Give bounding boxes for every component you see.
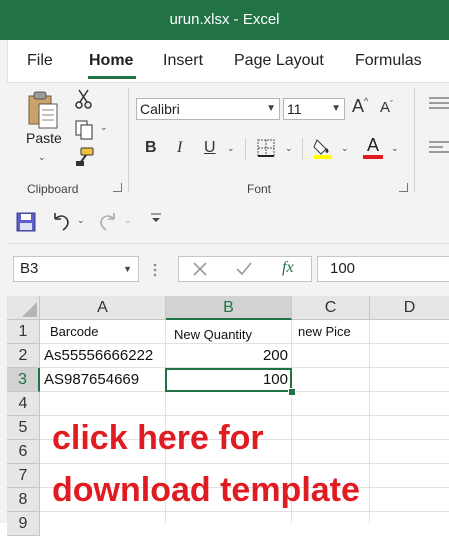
ribbon-separator	[414, 88, 415, 192]
paste-dropdown-icon[interactable]: ⌄	[38, 152, 46, 163]
name-box-value: B3	[20, 260, 39, 277]
ribbon-separator	[302, 138, 303, 160]
gridline	[40, 463, 449, 464]
shrink-font-button[interactable]: Aˇ	[380, 99, 393, 116]
tab-page-layout[interactable]: Page Layout	[234, 52, 324, 70]
format-painter-icon[interactable]	[73, 146, 95, 173]
undo-dropdown-icon[interactable]: ⌄	[77, 215, 85, 226]
underline-dropdown-icon[interactable]: ⌄	[227, 143, 235, 154]
active-tab-indicator	[88, 76, 136, 79]
tab-file[interactable]: File	[27, 52, 53, 70]
chevron-down-icon: ▼	[123, 264, 132, 274]
fill-color-dropdown-icon[interactable]: ⌄	[341, 143, 349, 154]
ribbon-separator	[128, 88, 129, 192]
title-bar: urun.xlsx - Excel	[0, 0, 449, 40]
paste-label[interactable]: Paste	[26, 130, 62, 146]
font-size-value: 11	[287, 101, 302, 117]
column-header-d[interactable]: D	[370, 296, 449, 320]
font-color-dropdown-icon[interactable]: ⌄	[391, 143, 399, 154]
font-color-button[interactable]: A	[363, 135, 383, 159]
clipboard-group-label: Clipboard	[27, 182, 79, 196]
chevron-down-icon: ▼	[266, 103, 276, 114]
cell-a2[interactable]: As55556666222	[44, 347, 153, 364]
fill-color-icon[interactable]	[312, 136, 334, 165]
tab-insert[interactable]: Insert	[163, 52, 203, 70]
font-color-letter: A	[366, 135, 379, 155]
gridline	[369, 320, 370, 523]
borders-icon[interactable]	[256, 138, 276, 163]
cell-a1[interactable]: Barcode	[50, 324, 98, 339]
redo-icon[interactable]	[97, 211, 119, 238]
bold-button[interactable]: B	[145, 139, 157, 157]
download-template-link-line2[interactable]: download template	[52, 471, 360, 510]
row-header-8[interactable]: 8	[7, 488, 40, 512]
gridline	[40, 511, 449, 512]
paste-button[interactable]	[24, 90, 64, 132]
column-header-c[interactable]: C	[292, 296, 370, 320]
formula-input[interactable]: 100	[317, 256, 449, 282]
cut-icon[interactable]	[74, 88, 94, 115]
align-top-icon[interactable]	[428, 96, 449, 115]
row-header-4[interactable]: 4	[7, 392, 40, 416]
grow-font-letter: A	[352, 96, 365, 116]
formula-bar-grip-icon[interactable]	[153, 262, 157, 278]
font-family-select[interactable]: Calibri ▼	[136, 98, 280, 120]
formula-buttons: fx	[178, 256, 312, 282]
italic-button[interactable]: I	[177, 139, 182, 157]
row-header-7[interactable]: 7	[7, 464, 40, 488]
row-header-6[interactable]: 6	[7, 440, 40, 464]
quick-access-toolbar	[7, 203, 449, 244]
font-color-swatch	[363, 155, 383, 159]
font-family-value: Calibri	[140, 101, 180, 117]
row-header-3[interactable]: 3	[7, 368, 40, 392]
font-size-select[interactable]: 11 ▼	[283, 98, 345, 120]
column-header-a[interactable]: A	[40, 296, 166, 320]
customize-qat-icon[interactable]	[150, 212, 162, 227]
enter-icon[interactable]	[235, 261, 253, 282]
paste-icon	[28, 91, 58, 129]
cell-b1[interactable]: New Quantity	[174, 327, 252, 342]
selected-cell-border	[165, 368, 292, 392]
gridline	[40, 343, 449, 344]
undo-icon[interactable]	[50, 211, 72, 238]
copy-icon[interactable]	[73, 118, 95, 145]
row-header-5[interactable]: 5	[7, 416, 40, 440]
up-caret-icon: ^	[364, 96, 369, 106]
down-caret-icon: ˇ	[390, 99, 394, 109]
select-all-corner[interactable]	[7, 296, 40, 320]
save-icon[interactable]	[16, 212, 36, 237]
grow-font-button[interactable]: A^	[352, 96, 368, 117]
font-group-label: Font	[247, 182, 272, 196]
clipboard-launcher-icon[interactable]	[113, 183, 122, 192]
cell-b2[interactable]: 200	[168, 347, 288, 364]
ribbon-separator	[245, 138, 246, 160]
row-header-9[interactable]: 9	[7, 512, 40, 536]
fill-handle[interactable]	[288, 388, 296, 396]
redo-dropdown-icon[interactable]: ⌄	[124, 215, 132, 226]
gridline	[40, 415, 449, 416]
download-template-link-line1[interactable]: click here for	[52, 419, 264, 458]
cell-a3[interactable]: AS987654669	[44, 371, 139, 388]
window-title: urun.xlsx - Excel	[169, 11, 280, 28]
cancel-icon[interactable]	[192, 261, 208, 282]
copy-dropdown-icon[interactable]: ⌄	[100, 122, 108, 133]
font-launcher-icon[interactable]	[399, 183, 408, 192]
insert-function-icon[interactable]: fx	[282, 259, 294, 277]
row-header-2[interactable]: 2	[7, 344, 40, 368]
chevron-down-icon: ▼	[331, 103, 341, 114]
row-header-1[interactable]: 1	[7, 320, 40, 344]
align-left-icon[interactable]	[428, 140, 449, 161]
name-box[interactable]: B3 ▼	[13, 256, 139, 282]
tab-home[interactable]: Home	[89, 52, 133, 70]
shrink-font-letter: A	[380, 99, 391, 116]
column-header-b[interactable]: B	[166, 296, 292, 320]
cell-c1[interactable]: new Pice	[298, 324, 351, 339]
underline-button[interactable]: U	[204, 139, 216, 157]
borders-dropdown-icon[interactable]: ⌄	[285, 143, 293, 154]
tab-formulas[interactable]: Formulas	[355, 52, 422, 70]
